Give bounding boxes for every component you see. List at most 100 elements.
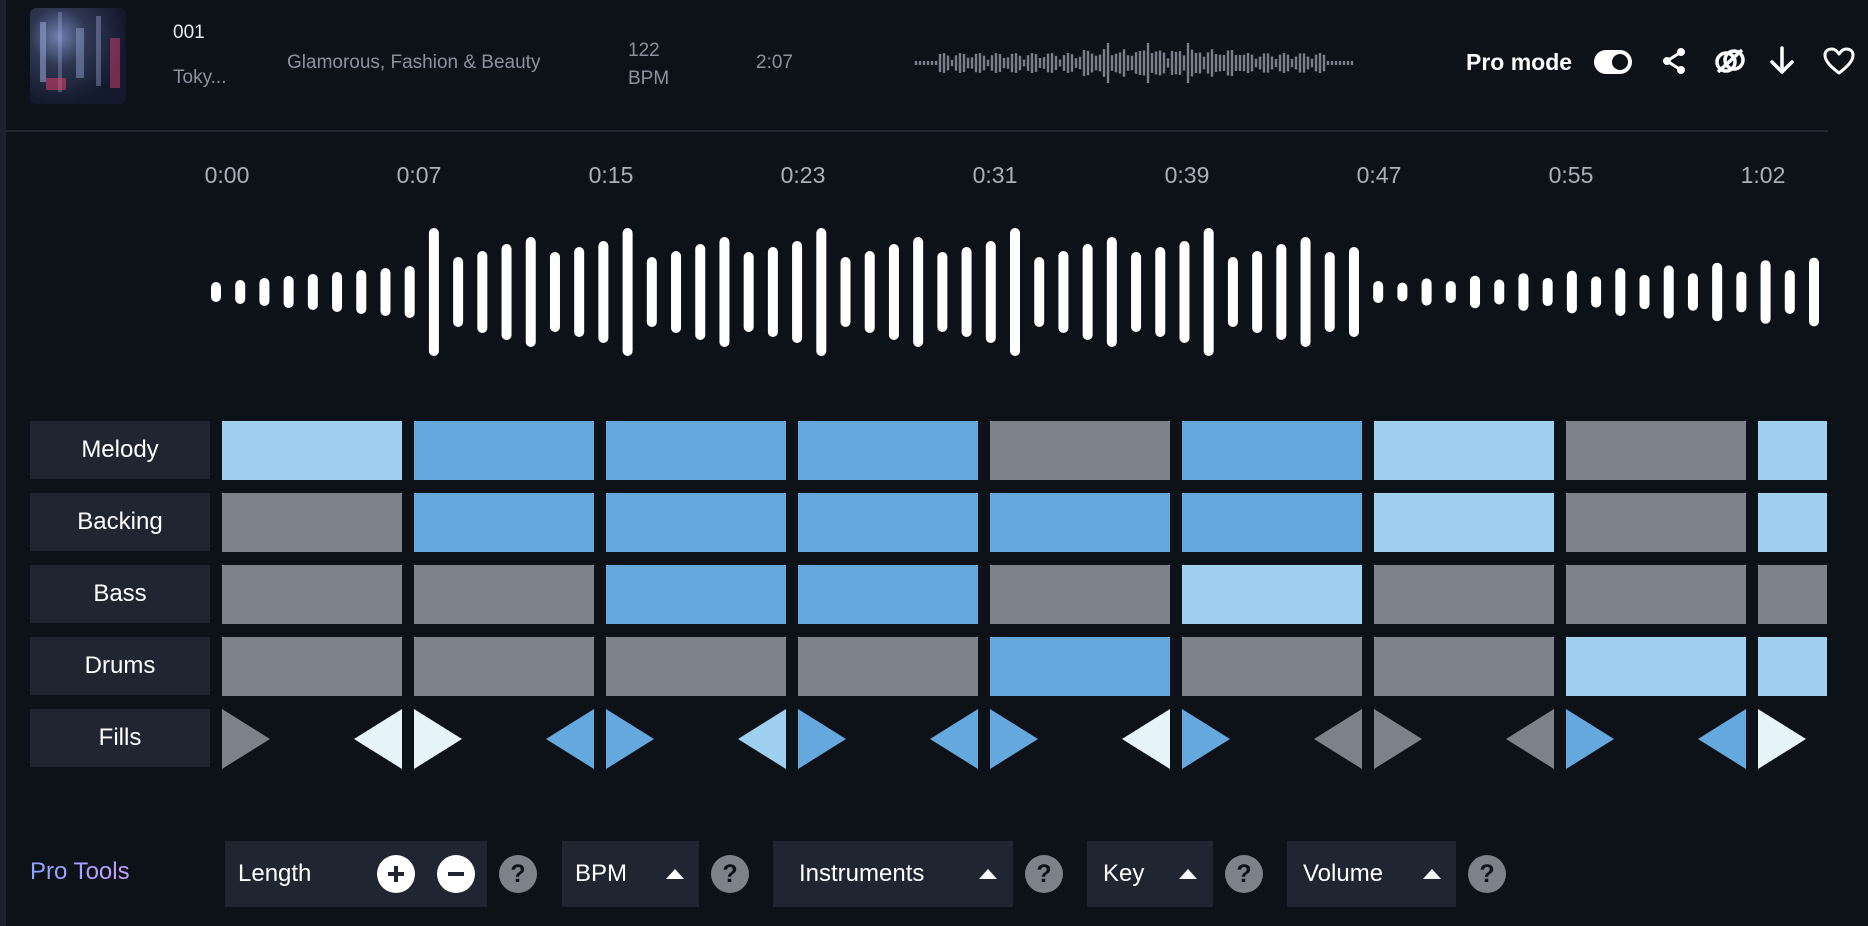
fill-left-marker[interactable] [546, 709, 594, 769]
fill-right-marker[interactable] [1182, 709, 1230, 769]
grid-cell-bass[interactable] [606, 565, 786, 624]
bpm-dropdown-label: BPM [575, 860, 628, 887]
key-help-icon[interactable]: ? [1225, 855, 1263, 893]
download-icon[interactable] [1764, 42, 1800, 80]
grid-cell-drums[interactable] [1566, 637, 1746, 696]
fill-right-marker[interactable] [606, 709, 654, 769]
timeline-tick: 0:23 [780, 162, 826, 188]
timeline-tick: 0:55 [1548, 162, 1594, 188]
toggle-knob [1612, 54, 1628, 70]
bpm-help-icon[interactable]: ? [711, 855, 749, 893]
track-bpm: 122 BPM [628, 37, 688, 93]
grid-cell-drums[interactable] [1374, 637, 1554, 696]
fill-right-marker[interactable] [798, 709, 846, 769]
track-tags: Glamorous, Fashion & Beauty [287, 52, 541, 73]
grid-cell-bass[interactable] [1566, 565, 1746, 624]
caret-up-icon [666, 869, 684, 879]
fill-left-marker[interactable] [1698, 709, 1746, 769]
row-label-backing[interactable]: Backing [30, 493, 210, 551]
grid-cell-drums[interactable] [798, 637, 978, 696]
volume-help-icon[interactable]: ? [1468, 855, 1506, 893]
favorite-icon[interactable] [1821, 42, 1857, 80]
timeline-tick: 0:39 [1164, 162, 1210, 188]
grid-cell-backing[interactable] [990, 493, 1170, 552]
left-edge [0, 0, 6, 926]
grid-cell-melody[interactable] [222, 421, 402, 480]
fill-right-marker[interactable] [1566, 709, 1614, 769]
length-decrease-button[interactable] [437, 855, 475, 893]
timeline-tick: 0:07 [396, 162, 442, 188]
fill-right-marker[interactable] [990, 709, 1038, 769]
mini-waveform[interactable] [914, 38, 1360, 88]
timeline-tick: 1:02 [1740, 162, 1786, 188]
grid-cell-backing[interactable] [1566, 493, 1746, 552]
fill-left-marker[interactable] [1122, 709, 1170, 769]
caret-up-icon [1423, 869, 1441, 879]
grid-cell-drums[interactable] [606, 637, 786, 696]
fill-left-marker[interactable] [1314, 709, 1362, 769]
volume-dropdown[interactable]: Volume [1287, 841, 1456, 907]
fill-right-marker[interactable] [414, 709, 462, 769]
row-label-bass[interactable]: Bass [30, 565, 210, 623]
row-label-drums[interactable]: Drums [30, 637, 210, 695]
length-control: Length [225, 841, 487, 907]
grid-cell-bass[interactable] [1182, 565, 1362, 624]
grid-cell-bass[interactable] [414, 565, 594, 624]
instruments-help-icon[interactable]: ? [1025, 855, 1063, 893]
grid-cell-drums[interactable] [414, 637, 594, 696]
grid-cell-backing[interactable] [222, 493, 402, 552]
fill-right-marker[interactable] [1374, 709, 1422, 769]
grid-cell-bass[interactable] [990, 565, 1170, 624]
fill-left-marker[interactable] [930, 709, 978, 769]
grid-cell-backing[interactable] [606, 493, 786, 552]
grid-cell-drums[interactable] [990, 637, 1170, 696]
share-icon[interactable] [1656, 42, 1692, 80]
instruments-dropdown[interactable]: Instruments [773, 841, 1013, 907]
grid-cell-melody[interactable] [1374, 421, 1554, 480]
fill-left-marker[interactable] [354, 709, 402, 769]
length-label: Length [238, 860, 312, 887]
fill-left-marker[interactable] [1506, 709, 1554, 769]
row-label-fills[interactable]: Fills [30, 709, 210, 767]
volume-dropdown-label: Volume [1303, 860, 1384, 887]
fill-right-marker[interactable] [222, 709, 270, 769]
timeline-tick: 0:47 [1356, 162, 1402, 188]
track-name[interactable]: Toky... [173, 67, 227, 89]
grid-cell-backing[interactable] [1758, 493, 1827, 552]
pro-mode-toggle[interactable] [1594, 50, 1632, 74]
length-increase-button[interactable] [377, 855, 415, 893]
fill-left-marker[interactable] [738, 709, 786, 769]
grid-cell-drums[interactable] [1182, 637, 1362, 696]
grid-cell-melody[interactable] [990, 421, 1170, 480]
bpm-unit: BPM [628, 68, 670, 89]
fill-right-marker[interactable] [1758, 709, 1806, 769]
grid-cell-drums[interactable] [222, 637, 402, 696]
grid-cell-drums[interactable] [1758, 637, 1827, 696]
grid-cell-backing[interactable] [1182, 493, 1362, 552]
row-label-melody[interactable]: Melody [30, 421, 210, 479]
grid-cell-bass[interactable] [1374, 565, 1554, 624]
grid-cell-melody[interactable] [1758, 421, 1827, 480]
key-dropdown[interactable]: Key [1087, 841, 1213, 907]
track-header: 001 Toky... Glamorous, Fashion & Beauty … [6, 0, 1855, 132]
timeline-tick: 0:15 [588, 162, 634, 188]
track-waveform[interactable] [210, 225, 1830, 360]
album-cover[interactable] [30, 8, 126, 104]
bpm-dropdown[interactable]: BPM [562, 841, 699, 907]
grid-cell-melody[interactable] [798, 421, 978, 480]
instruments-dropdown-label: Instruments [799, 860, 925, 887]
length-help-icon[interactable]: ? [499, 855, 537, 893]
grid-cell-backing[interactable] [1374, 493, 1554, 552]
track-number: 001 [173, 22, 205, 43]
grid-cell-bass[interactable] [798, 565, 978, 624]
grid-cell-backing[interactable] [798, 493, 978, 552]
link-icon[interactable] [1712, 42, 1748, 80]
grid-cell-bass[interactable] [1758, 565, 1827, 624]
grid-cell-melody[interactable] [414, 421, 594, 480]
grid-cell-melody[interactable] [1182, 421, 1362, 480]
grid-cell-bass[interactable] [222, 565, 402, 624]
grid-cell-melody[interactable] [606, 421, 786, 480]
bpm-value: 122 [628, 40, 660, 61]
grid-cell-backing[interactable] [414, 493, 594, 552]
grid-cell-melody[interactable] [1566, 421, 1746, 480]
